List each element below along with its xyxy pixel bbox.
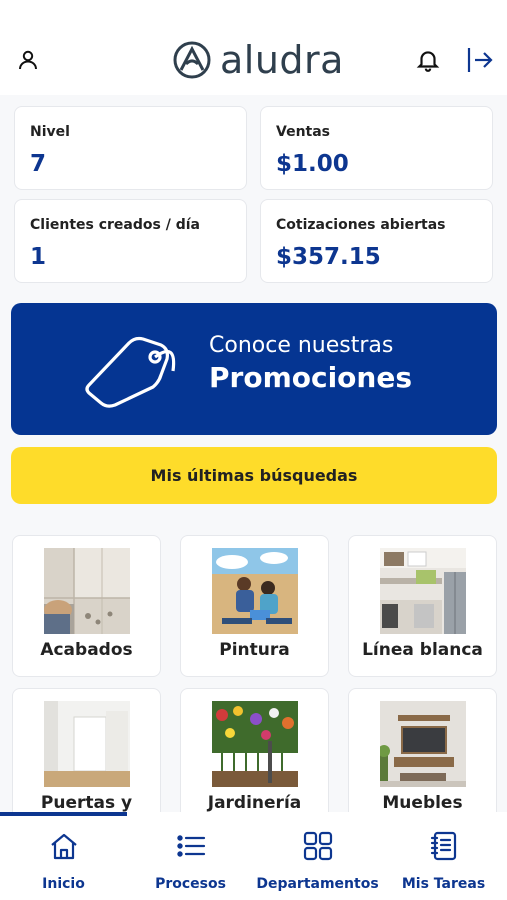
acabados-image <box>44 548 130 634</box>
logo-text: aludra <box>220 38 344 82</box>
category-label: Pintura <box>219 640 290 660</box>
stat-card-clientes: Clientes creados / día 1 <box>14 199 247 283</box>
category-label: Acabados <box>40 640 133 660</box>
app-header: aludra <box>0 0 507 95</box>
stat-card-cotizaciones: Cotizaciones abiertas $357.15 <box>260 199 493 283</box>
tab-inicio[interactable]: Inicio <box>0 826 127 896</box>
stat-value: $1.00 <box>276 151 349 177</box>
category-label: Muebles <box>382 793 463 813</box>
tab-departamentos[interactable]: Departamentos <box>254 826 381 896</box>
category-label: Puertas y <box>40 793 133 813</box>
tab-mis-tareas[interactable]: Mis Tareas <box>380 826 507 896</box>
stat-label: Clientes creados / día <box>30 217 200 233</box>
promo-subtitle: Conoce nuestras <box>209 333 394 358</box>
category-card-puertas[interactable]: Puertas y <box>12 688 161 830</box>
stat-card-ventas: Ventas $1.00 <box>260 106 493 190</box>
promotions-banner[interactable]: Conoce nuestras Promociones <box>11 303 497 435</box>
brand-logo: aludra <box>172 36 344 84</box>
aludra-logo-icon <box>173 41 211 79</box>
muebles-image <box>380 701 466 787</box>
tab-label: Mis Tareas <box>401 876 486 892</box>
profile-button[interactable] <box>8 40 48 80</box>
bell-icon <box>416 51 440 72</box>
tab-label: Procesos <box>155 876 226 892</box>
puertas-image <box>44 701 130 787</box>
list-icon <box>176 835 205 857</box>
jardineria-image <box>212 701 298 787</box>
category-label: Línea blanca <box>362 640 483 660</box>
category-card-pintura[interactable]: Pintura <box>180 535 329 677</box>
category-card-acabados[interactable]: Acabados <box>12 535 161 677</box>
pintura-image <box>212 548 298 634</box>
category-card-linea-blanca[interactable]: Línea blanca <box>348 535 497 677</box>
logout-button[interactable] <box>460 40 500 80</box>
category-card-jardineria[interactable]: Jardinería <box>180 688 329 830</box>
promo-title: Promociones <box>209 361 412 394</box>
linea-blanca-image <box>380 548 466 634</box>
stat-label: Nivel <box>30 124 70 140</box>
category-label: Jardinería <box>207 793 302 813</box>
notifications-button[interactable] <box>408 40 448 80</box>
tab-label: Departamentos <box>256 876 379 892</box>
stat-value: 1 <box>30 244 47 270</box>
logout-icon <box>467 48 493 72</box>
stat-value: $357.15 <box>276 244 381 270</box>
stat-label: Cotizaciones abiertas <box>276 217 446 233</box>
grid-icon <box>303 831 332 861</box>
home-icon <box>50 833 77 860</box>
stat-card-nivel: Nivel 7 <box>14 106 247 190</box>
tab-procesos[interactable]: Procesos <box>127 826 254 896</box>
recent-searches-button[interactable]: Mis últimas búsquedas <box>11 447 497 504</box>
notebook-icon <box>430 831 456 861</box>
tab-label: Inicio <box>42 876 85 892</box>
stat-label: Ventas <box>276 124 331 140</box>
user-icon <box>19 50 37 70</box>
active-tab-indicator <box>0 812 127 816</box>
stat-value: 7 <box>30 151 47 177</box>
category-card-muebles[interactable]: Muebles <box>348 688 497 830</box>
price-tag-icon <box>85 336 176 408</box>
